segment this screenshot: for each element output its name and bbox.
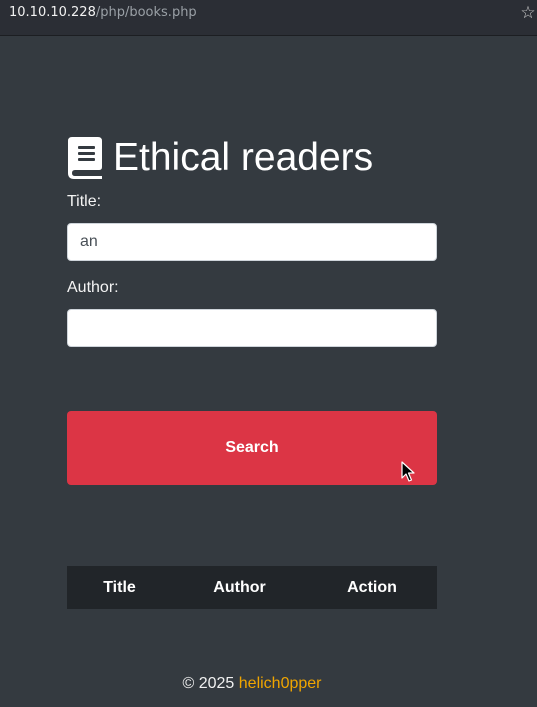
column-header-action: Action — [347, 578, 397, 596]
page-title: Ethical readers — [113, 136, 374, 179]
author-input[interactable] — [67, 309, 437, 347]
url-text[interactable]: 10.10.10.228/php/books.php — [9, 5, 197, 20]
star-icon[interactable]: ☆ — [519, 3, 537, 23]
footer-copyright: © 2025 — [182, 675, 235, 692]
footer-author-link[interactable]: helich0pper — [239, 675, 322, 692]
page-heading: Ethical readers — [67, 134, 373, 182]
browser-url-bar[interactable]: 10.10.10.228/php/books.php ☆ — [0, 0, 537, 36]
author-label: Author: — [67, 279, 119, 296]
title-label: Title: — [67, 193, 102, 210]
footer: © 2025 helich0pper — [0, 675, 504, 693]
mouse-cursor-icon — [401, 461, 415, 482]
results-table: Title Author Action — [67, 566, 437, 609]
book-icon — [68, 137, 102, 179]
column-header-author: Author — [213, 578, 266, 596]
search-button[interactable]: Search — [67, 411, 437, 485]
results-header-row: Title Author Action — [67, 566, 437, 609]
column-header-title: Title — [103, 578, 136, 596]
url-path: /php/books.php — [95, 5, 197, 20]
title-input[interactable] — [67, 223, 437, 261]
url-host: 10.10.10.228 — [9, 5, 96, 20]
